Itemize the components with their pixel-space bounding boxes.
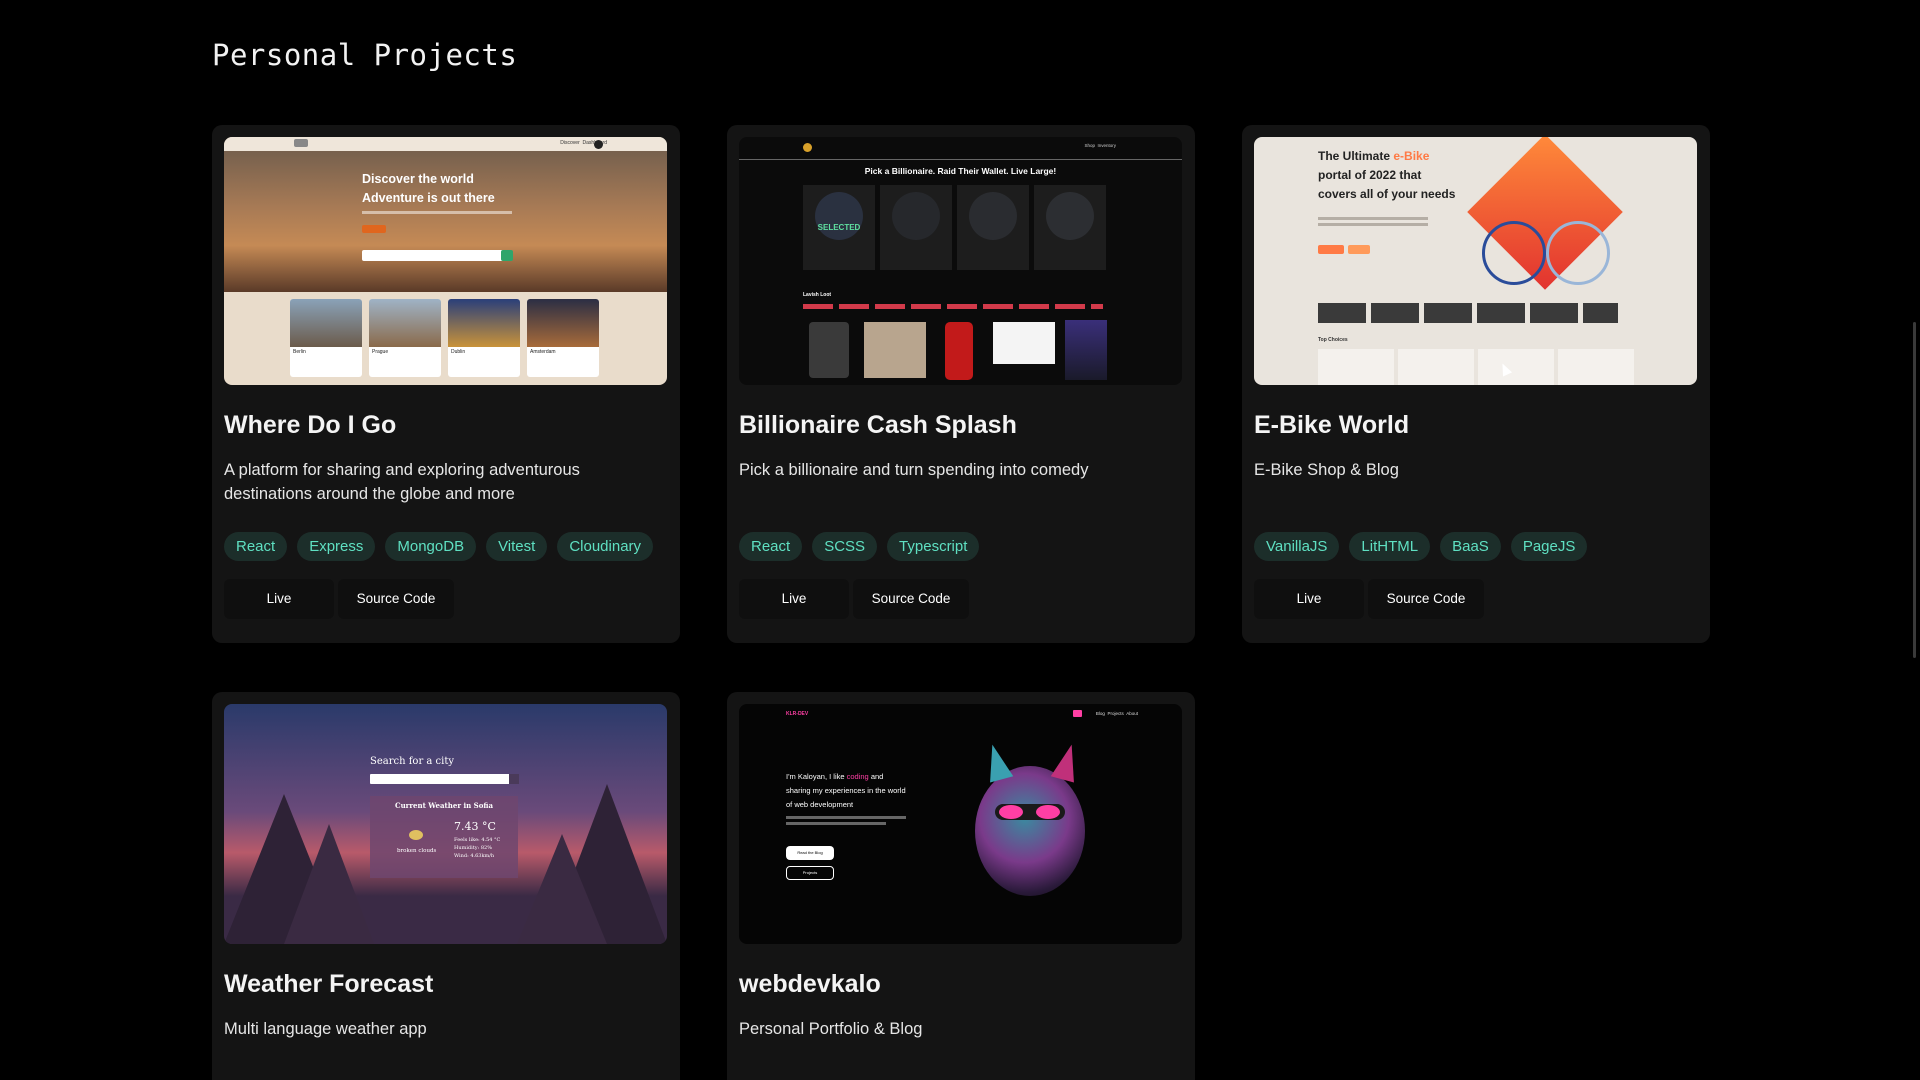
preview-temp: 7.43 °C [454,820,496,833]
tech-tag: MongoDB [385,532,477,561]
tech-tag: React [224,532,288,561]
preview-headline: Pick a Billionaire. Raid Their Wallet. L… [864,166,1057,176]
preview-nav: Blog Projects About [1095,711,1138,716]
project-description: E-Bike Shop & Blog [1254,461,1399,479]
preview-selected: SELECTED [817,223,861,232]
preview-feels: Feels like: 4.54 °C [454,837,501,843]
project-title: webdevkalo [739,970,881,998]
preview-search-title: Search for a city [370,756,455,767]
project-actions: Live Source Code [224,579,668,619]
project-preview-image[interactable]: Shop Inventory Pick a Billionaire. Raid … [739,137,1182,385]
project-actions: Live Source Code [739,579,1183,619]
source-code-button[interactable]: Source Code [1368,579,1484,619]
project-title: Billionaire Cash Splash [739,411,1017,439]
tech-tags: VanillaJS LitHTML BaaS PageJS [1254,532,1698,561]
tech-tag: VanillaJS [1254,532,1340,561]
project-description: Personal Portfolio & Blog [739,1020,923,1038]
section-title: Personal Projects [212,38,518,72]
tech-tag: BaaS [1440,532,1501,561]
project-card-where-do-i-go: Discover Dashboard Discover the world Ad… [212,125,680,643]
project-preview-image[interactable]: The Ultimate e-Bike portal of 2022 that … [1254,137,1697,385]
live-button[interactable]: Live [1254,579,1364,619]
project-actions: Live Source Code [1254,579,1698,619]
project-preview-image[interactable]: KLR-DEV Blog Projects About I'm Kaloyan,… [739,704,1182,944]
project-title: Weather Forecast [224,970,434,998]
live-button[interactable]: Live [739,579,849,619]
preview-sub-title: Top Choices [1318,337,1348,343]
preview-humidity: Humidity: 82% [454,845,492,851]
live-button[interactable]: Live [224,579,334,619]
preview-cta-blog: Read the Blog [786,846,834,860]
source-code-button[interactable]: Source Code [853,579,969,619]
project-description: Pick a billionaire and turn spending int… [739,461,1089,479]
tech-tag: LitHTML [1349,532,1431,561]
project-preview-image[interactable]: Discover Dashboard Discover the world Ad… [224,137,667,385]
preview-headline: The Ultimate e-Bike portal of 2022 that … [1318,149,1456,201]
project-description: A platform for sharing and exploring adv… [224,461,580,503]
project-title: E-Bike World [1254,411,1410,439]
preview-cta-projects: Projects [786,866,834,880]
preview-intro: I'm Kaloyan, I like coding and sharing m… [786,772,906,809]
source-code-button[interactable]: Source Code [338,579,454,619]
tech-tag: Typescript [887,532,980,561]
preview-current: Current Weather in Sofia [395,801,493,810]
preview-condition: broken clouds [397,848,437,854]
project-description: Multi language weather app [224,1020,427,1038]
tech-tag: Cloudinary [557,532,654,561]
project-card-weather-forecast: Search for a city Current Weather in Sof… [212,692,680,1080]
project-card-webdevkalo: KLR-DEV Blog Projects About I'm Kaloyan,… [727,692,1195,1080]
preview-logo: KLR-DEV [786,711,809,717]
tech-tag: Vitest [486,532,548,561]
page-scrollbar[interactable] [1913,322,1916,658]
tech-tag: PageJS [1510,532,1588,561]
preview-list-title: Lavish Loot [803,292,832,298]
project-card-billionaire-cash-splash: Shop Inventory Pick a Billionaire. Raid … [727,125,1195,643]
preview-headline: Discover the world Adventure is out ther… [362,172,495,205]
project-card-e-bike-world: The Ultimate e-Bike portal of 2022 that … [1242,125,1710,643]
preview-nav: Shop Inventory [1084,143,1116,148]
project-preview-image[interactable]: Search for a city Current Weather in Sof… [224,704,667,944]
tech-tags: React SCSS Typescript [739,532,1183,561]
tech-tags: React Express MongoDB Vitest Cloudinary [224,532,668,561]
preview-wind: Wind: 4.63km/h [454,853,495,859]
tech-tag: React [739,532,803,561]
tech-tag: Express [297,532,376,561]
tech-tag: SCSS [812,532,878,561]
project-title: Where Do I Go [224,411,397,439]
